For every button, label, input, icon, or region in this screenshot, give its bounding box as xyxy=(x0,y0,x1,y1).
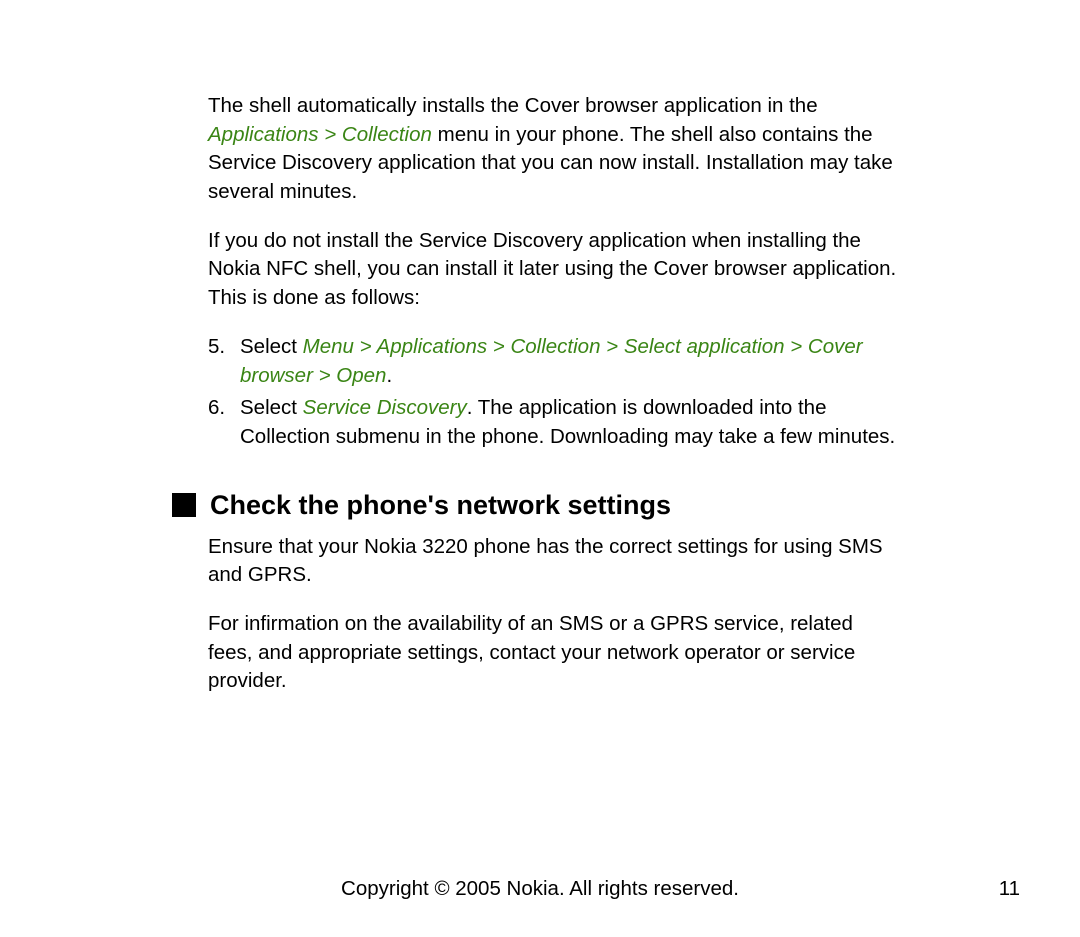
section-paragraph-2: For infirmation on the availability of a… xyxy=(208,610,900,696)
item5-post: . xyxy=(386,364,392,387)
page-content: The shell automatically installs the Cov… xyxy=(0,0,1080,696)
heading-text: Check the phone's network settings xyxy=(210,490,671,521)
footer-copyright: Copyright © 2005 Nokia. All rights reser… xyxy=(0,877,1080,901)
item5-green-path: Menu > Applications > Collection > Selec… xyxy=(240,335,863,387)
item5-pre: Select xyxy=(240,335,303,358)
page-number: 11 xyxy=(999,877,1020,901)
list-item-5: 5. Select Menu > Applications > Collecti… xyxy=(232,333,900,390)
paragraph-1: The shell automatically installs the Cov… xyxy=(208,92,900,207)
section-heading: Check the phone's network settings xyxy=(172,490,900,521)
list-item-6: 6. Select Service Discovery. The applica… xyxy=(232,394,900,451)
list-num-5: 5. xyxy=(208,333,225,362)
paragraph-2: If you do not install the Service Discov… xyxy=(208,227,900,313)
para1-green-path: Applications > Collection xyxy=(208,123,432,146)
section-paragraph-1: Ensure that your Nokia 3220 phone has th… xyxy=(208,533,900,590)
bullet-square-icon xyxy=(172,493,196,517)
para1-pre: The shell automatically installs the Cov… xyxy=(208,94,818,117)
ordered-list: 5. Select Menu > Applications > Collecti… xyxy=(208,333,900,452)
item6-green-path: Service Discovery xyxy=(303,396,467,419)
list-num-6: 6. xyxy=(208,394,225,423)
item6-pre: Select xyxy=(240,396,303,419)
